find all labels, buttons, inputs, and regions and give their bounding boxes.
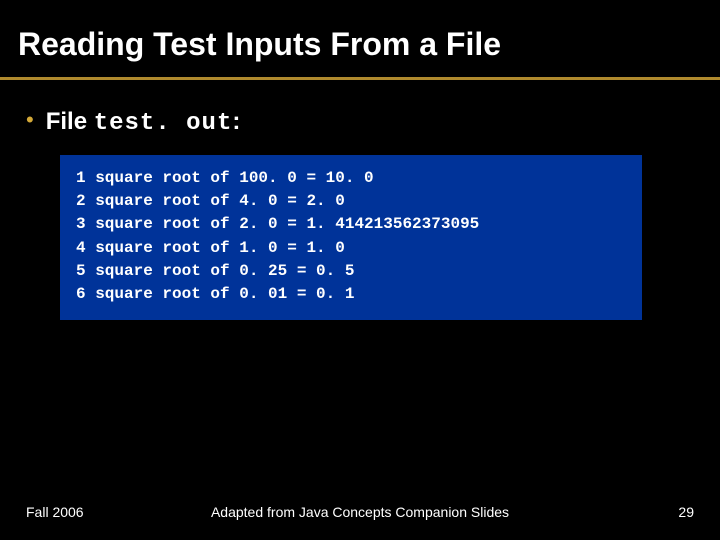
bullet-item: • File test. out: <box>26 108 702 137</box>
code-line: 3 square root of 2. 0 = 1. 4142135623730… <box>76 213 626 236</box>
code-line: 6 square root of 0. 01 = 0. 1 <box>76 283 626 306</box>
code-line: 2 square root of 4. 0 = 2. 0 <box>76 190 626 213</box>
slide: Reading Test Inputs From a File • File t… <box>0 0 720 540</box>
code-line: 1 square root of 100. 0 = 10. 0 <box>76 167 626 190</box>
code-line: 5 square root of 0. 25 = 0. 5 <box>76 260 626 283</box>
bullet-suffix: : <box>232 108 240 135</box>
footer: Fall 2006 Adapted from Java Concepts Com… <box>0 504 720 520</box>
bullet-text: File test. out: <box>46 108 241 137</box>
content-area: • File test. out: 1 square root of 100. … <box>0 80 720 320</box>
bullet-prefix: File <box>46 108 94 135</box>
code-line: 4 square root of 1. 0 = 1. 0 <box>76 237 626 260</box>
bullet-dot-icon: • <box>26 109 34 131</box>
footer-term: Fall 2006 <box>26 504 84 520</box>
slide-title: Reading Test Inputs From a File <box>0 0 720 73</box>
page-number: 29 <box>678 504 694 520</box>
code-block: 1 square root of 100. 0 = 10. 0 2 square… <box>60 155 642 320</box>
bullet-filename: test. out <box>94 110 233 137</box>
footer-attribution: Adapted from Java Concepts Companion Sli… <box>0 504 720 520</box>
